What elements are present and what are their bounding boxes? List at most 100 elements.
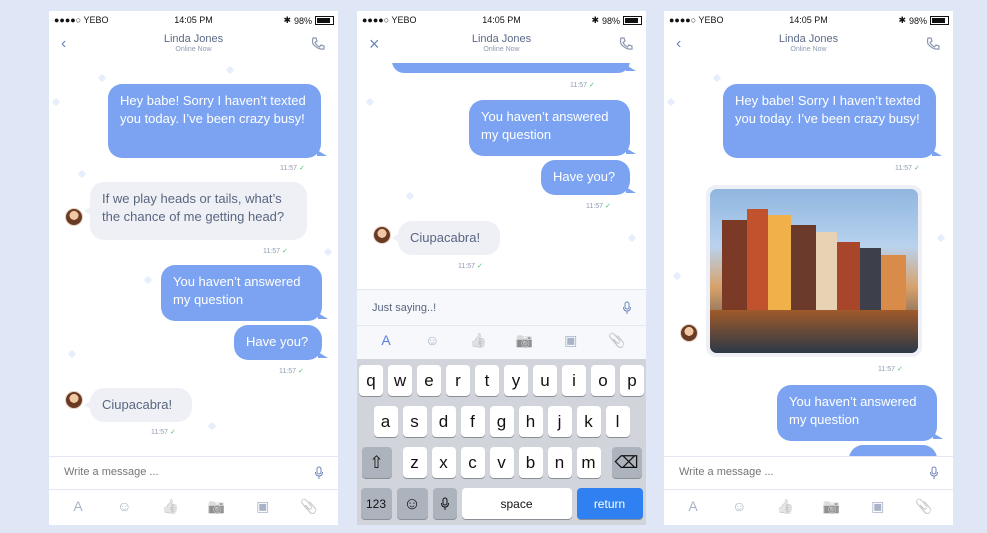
phone-icon[interactable] xyxy=(925,36,941,52)
avatar[interactable] xyxy=(373,226,391,244)
key-n[interactable]: n xyxy=(547,447,572,478)
message-bubble-outgoing[interactable]: Hey babe! Sorry I haven’t texted you tod… xyxy=(108,84,327,158)
key-c[interactable]: c xyxy=(460,447,485,478)
message-input[interactable] xyxy=(372,302,592,314)
read-check-icon: ✓ xyxy=(299,165,305,172)
backspace-key[interactable]: ⌫ xyxy=(611,447,642,478)
camera-icon[interactable]: 📷 xyxy=(516,332,533,348)
emoji-icon[interactable]: ☺ xyxy=(424,332,440,348)
message-bubble-incoming[interactable]: Ciupacabra! xyxy=(392,221,500,255)
message-bubble-outgoing[interactable]: Hey babe! Sorry I haven’t texted you tod… xyxy=(723,84,942,158)
emoji-icon[interactable]: ☺ xyxy=(116,498,132,514)
gallery-icon[interactable]: ▣ xyxy=(563,332,579,348)
like-icon[interactable]: 👍 xyxy=(777,498,794,514)
microphone-icon[interactable] xyxy=(929,466,939,480)
read-check-icon: ✓ xyxy=(589,82,595,89)
microphone-icon[interactable] xyxy=(314,466,324,480)
message-bubble-outgoing[interactable] xyxy=(849,445,937,456)
key-p[interactable]: p xyxy=(620,365,644,396)
contact-name[interactable]: Linda Jones xyxy=(664,33,953,45)
key-j[interactable]: j xyxy=(547,406,572,437)
message-bubble-outgoing[interactable] xyxy=(392,63,636,73)
message-bubble-incoming[interactable]: Ciupacabra! xyxy=(84,388,192,422)
text-format-icon[interactable]: A xyxy=(70,498,86,514)
status-bar: ●●●●○ YEBO 14:05 PM ✱ 98% xyxy=(664,11,953,29)
camera-icon[interactable]: 📷 xyxy=(823,498,840,514)
message-bubble-incoming[interactable]: If we play heads or tails, what’s the ch… xyxy=(84,182,307,240)
message-bubble-outgoing[interactable]: You haven’t answered my question xyxy=(161,265,328,321)
key-s[interactable]: s xyxy=(402,406,427,437)
key-u[interactable]: u xyxy=(533,365,557,396)
microphone-icon[interactable] xyxy=(622,301,632,315)
dictation-key[interactable] xyxy=(432,488,457,519)
message-list[interactable]: Hey babe! Sorry I haven’t texted you tod… xyxy=(664,63,953,456)
message-list[interactable]: 11:57 ✓ You haven’t answered my question … xyxy=(357,63,646,289)
status-bar: ●●●●○ YEBO 14:05 PM ✱ 98% xyxy=(49,11,338,29)
contact-status: Online Now xyxy=(483,46,520,53)
key-y[interactable]: y xyxy=(504,365,528,396)
key-e[interactable]: e xyxy=(417,365,441,396)
key-k[interactable]: k xyxy=(576,406,601,437)
contact-status: Online Now xyxy=(790,46,827,53)
key-a[interactable]: a xyxy=(373,406,398,437)
chat-header: × Linda Jones Online Now xyxy=(357,29,646,63)
gallery-icon[interactable]: ▣ xyxy=(870,498,886,514)
message-timestamp: 11:57 ✓ xyxy=(151,429,176,436)
contact-name[interactable]: Linda Jones xyxy=(49,33,338,45)
key-g[interactable]: g xyxy=(489,406,514,437)
key-m[interactable]: m xyxy=(576,447,601,478)
message-timestamp: 11:57 ✓ xyxy=(279,368,304,375)
message-bubble-outgoing[interactable]: You haven’t answered my question xyxy=(469,100,636,156)
numbers-key[interactable]: 123 xyxy=(360,488,392,519)
message-bubble-outgoing[interactable]: You haven’t answered my question xyxy=(777,385,943,441)
bluetooth-icon: ✱ xyxy=(591,15,599,25)
key-t[interactable]: t xyxy=(475,365,499,396)
battery-percent: 98% xyxy=(908,15,927,26)
like-icon[interactable]: 👍 xyxy=(162,498,179,514)
message-bubble-outgoing[interactable]: Have you? xyxy=(234,325,328,360)
return-key[interactable]: return xyxy=(576,488,643,519)
key-i[interactable]: i xyxy=(562,365,586,396)
attachment-icon[interactable]: 📎 xyxy=(300,498,317,514)
text-format-icon[interactable]: A xyxy=(378,332,394,348)
avatar[interactable] xyxy=(65,391,83,409)
message-list[interactable]: Hey babe! Sorry I haven’t texted you tod… xyxy=(49,63,338,456)
phone-icon[interactable] xyxy=(310,36,326,52)
shift-key[interactable]: ⇧ xyxy=(361,447,392,478)
avatar[interactable] xyxy=(65,208,83,226)
attachment-icon[interactable]: 📎 xyxy=(915,498,932,514)
message-input[interactable] xyxy=(679,466,899,478)
key-l[interactable]: l xyxy=(605,406,630,437)
key-w[interactable]: w xyxy=(388,365,412,396)
emoji-icon[interactable]: ☺ xyxy=(731,498,747,514)
attachment-icon[interactable]: 📎 xyxy=(608,332,625,348)
keyboard: qwertyuiop asdfghjkl ⇧ zxcvbnm ⌫ 123 ☺ s… xyxy=(357,359,646,525)
key-h[interactable]: h xyxy=(518,406,543,437)
text-format-icon[interactable]: A xyxy=(685,498,701,514)
key-v[interactable]: v xyxy=(489,447,514,478)
message-bubble-outgoing[interactable]: Have you? xyxy=(541,160,636,195)
message-input[interactable] xyxy=(64,466,284,478)
composer: A ☺ 👍 📷 ▣ 📎 xyxy=(49,456,338,525)
space-key[interactable]: space xyxy=(461,488,572,519)
avatar[interactable] xyxy=(680,324,698,342)
image-message[interactable] xyxy=(706,185,922,357)
emoji-key[interactable]: ☺ xyxy=(396,488,428,519)
key-q[interactable]: q xyxy=(359,365,383,396)
key-f[interactable]: f xyxy=(460,406,485,437)
key-r[interactable]: r xyxy=(446,365,470,396)
key-o[interactable]: o xyxy=(591,365,615,396)
like-icon[interactable]: 👍 xyxy=(470,332,487,348)
key-x[interactable]: x xyxy=(431,447,456,478)
phone-icon[interactable] xyxy=(618,36,634,52)
key-b[interactable]: b xyxy=(518,447,543,478)
camera-icon[interactable]: 📷 xyxy=(208,498,225,514)
chat-screen-2: ●●●●○ YEBO 14:05 PM ✱ 98% × Linda Jones O… xyxy=(357,11,646,525)
key-d[interactable]: d xyxy=(431,406,456,437)
composer: A ☺ 👍 📷 ▣ 📎 xyxy=(357,289,646,359)
city-canal-photo xyxy=(710,189,918,353)
gallery-icon[interactable]: ▣ xyxy=(255,498,271,514)
key-z[interactable]: z xyxy=(402,447,427,478)
message-timestamp: 11:57 ✓ xyxy=(458,263,483,270)
contact-name[interactable]: Linda Jones xyxy=(357,33,646,45)
